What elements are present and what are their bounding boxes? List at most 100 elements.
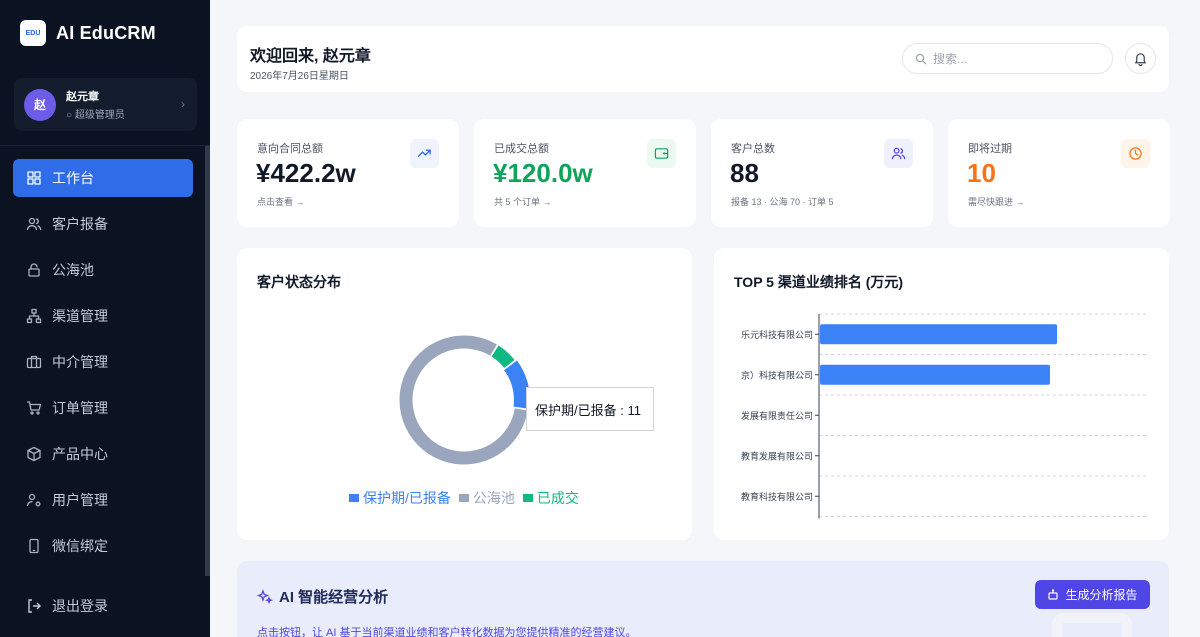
- sidebar-item-8[interactable]: 微信绑定: [13, 527, 193, 565]
- legend-label: 已成交: [536, 490, 579, 506]
- trend-up-icon: [417, 149, 431, 157]
- sidebar-item-label: 客户报备: [52, 216, 108, 232]
- search-icon: [915, 53, 927, 64]
- logout-icon: [28, 599, 41, 613]
- stat-subtext: 报备 13 · 公海 70 · 订单 5: [731, 197, 834, 207]
- sidebar-item-1[interactable]: 客户报备: [13, 205, 193, 243]
- legend-item-2[interactable]: 已成交: [522, 488, 579, 508]
- category-label: 教育科技有限公司: [741, 491, 813, 502]
- sidebar-nav: 工作台客户报备公海池渠道管理中介管理订单管理产品中心用户管理微信绑定: [13, 159, 193, 573]
- category-label: 教育发展有限公司: [741, 450, 813, 461]
- brand[interactable]: EDU AI EduCRM: [0, 0, 210, 66]
- sidebar-item-0[interactable]: 工作台: [13, 159, 193, 197]
- sidebar-divider: [0, 145, 210, 146]
- chart-tooltip: 保护期/已报备 : 11: [526, 387, 654, 431]
- stat-label: 已成交总额: [494, 143, 549, 155]
- stat-icon-badge: [410, 139, 439, 168]
- sidebar-item-4[interactable]: 中介管理: [13, 343, 193, 381]
- sidebar: EDU AI EduCRM 赵 赵元章 ○ 超级管理员 › 工作台客户报备公海池…: [0, 0, 210, 637]
- sidebar-item-label: 中介管理: [52, 354, 108, 370]
- stat-subtext: 需尽快跟进 →: [968, 197, 1025, 207]
- notification-button[interactable]: [1125, 43, 1156, 74]
- user-card[interactable]: 赵 赵元章 ○ 超级管理员 ›: [14, 78, 197, 131]
- phone-icon: [26, 538, 42, 554]
- robot-illustration: [1052, 613, 1132, 637]
- stat-card-0[interactable]: 意向合同总额 ¥422.2w 点击查看 →: [237, 119, 459, 227]
- cart-icon: [26, 401, 42, 415]
- legend-swatch: [349, 494, 359, 502]
- user-role-label: 超级管理员: [74, 110, 125, 121]
- sidebar-item-label: 公海池: [52, 262, 94, 278]
- box-icon: [27, 446, 41, 462]
- stat-icon-badge: [1121, 139, 1150, 168]
- status-panel: 客户状态分布 保护期/已报备 : 11 保护期/已报备 公海池 已成交: [237, 248, 692, 540]
- logout-button[interactable]: 退出登录: [26, 596, 108, 616]
- ranking-bar-chart: 乐元科技有限公司京）科技有限公司发展有限责任公司教育发展有限公司教育科技有限公司: [741, 313, 1146, 519]
- category-label: 京）科技有限公司: [741, 369, 813, 380]
- sidebar-item-6[interactable]: 产品中心: [13, 435, 193, 473]
- user-name: 赵元章: [66, 91, 99, 103]
- stat-card-1[interactable]: 已成交总额 ¥120.0w 共 5 个订单 →: [474, 119, 696, 227]
- network-icon: [26, 308, 42, 324]
- dashboard-icon: [26, 170, 42, 186]
- stat-card-3[interactable]: 即将过期 10 需尽快跟进 →: [948, 119, 1170, 227]
- chart-legend: 保护期/已报备 公海池 已成交: [349, 488, 579, 508]
- donut-slice-2[interactable]: [491, 345, 515, 369]
- sidebar-item-7[interactable]: 用户管理: [13, 481, 193, 519]
- sidebar-item-label: 微信绑定: [52, 538, 108, 554]
- sidebar-item-label: 产品中心: [52, 446, 108, 462]
- bar-1[interactable]: [820, 364, 1050, 385]
- ai-description: 点击按钮，让 AI 基于当前渠道业绩和客户转化数据为您提供精准的经营建议。: [257, 627, 637, 637]
- stat-label: 客户总数: [731, 143, 775, 155]
- dashboard-icon: [27, 171, 41, 185]
- avatar: 赵: [24, 88, 56, 121]
- legend-swatch: [522, 494, 533, 502]
- sidebar-item-5[interactable]: 订单管理: [13, 389, 193, 427]
- page-header: 欢迎回来, 赵元章 2026年7月26日星期日 搜索...: [237, 26, 1169, 92]
- stat-label: 意向合同总额: [257, 143, 323, 155]
- robot-icon: [1048, 588, 1059, 600]
- stat-card-2[interactable]: 客户总数 88 报备 13 · 公海 70 · 订单 5: [711, 119, 933, 227]
- ai-analysis-panel: AI 智能经营分析 生成分析报告 点击按钮，让 AI 基于当前渠道业绩和客户转化…: [237, 561, 1169, 637]
- phone-icon: [29, 538, 39, 554]
- legend-item-1[interactable]: 公海池: [458, 488, 515, 508]
- sparkle-icon: [257, 588, 273, 604]
- lock-icon: [26, 262, 42, 278]
- stat-subtext: 共 5 个订单 →: [494, 197, 552, 207]
- search-input[interactable]: 搜索...: [902, 43, 1113, 74]
- stat-value: 88: [730, 158, 759, 188]
- donut-slice-0[interactable]: [503, 360, 530, 409]
- app-logo-text: EDU: [25, 29, 41, 37]
- users-icon: [26, 217, 42, 231]
- sidebar-item-label: 渠道管理: [52, 308, 108, 324]
- box-icon: [26, 446, 42, 462]
- current-date: 2026年7月26日星期日: [250, 71, 349, 82]
- category-label: 乐元科技有限公司: [741, 329, 813, 340]
- legend-swatch: [458, 494, 469, 502]
- users-icon: [891, 147, 906, 160]
- legend-item-0[interactable]: 保护期/已报备: [349, 488, 451, 508]
- sidebar-item-3[interactable]: 渠道管理: [13, 297, 193, 335]
- briefcase-icon: [26, 355, 42, 369]
- role-circle-icon: ○: [66, 110, 75, 121]
- app-logo-icon: EDU: [20, 20, 46, 46]
- sidebar-scrollbar[interactable]: [205, 146, 210, 576]
- stat-value: ¥422.2w: [256, 158, 356, 188]
- ai-title-label: AI 智能经营分析: [279, 589, 389, 606]
- ai-title: AI 智能经营分析: [257, 586, 388, 607]
- generate-report-button[interactable]: 生成分析报告: [1035, 580, 1150, 609]
- stat-value: 10: [967, 158, 996, 188]
- user-role: ○ 超级管理员: [66, 106, 125, 121]
- stat-icon-badge: [884, 139, 913, 168]
- briefcase-icon: [26, 354, 42, 370]
- user-key-icon: [26, 492, 42, 508]
- stat-subtext: 点击查看 →: [257, 197, 305, 207]
- sidebar-item-label: 工作台: [52, 170, 94, 186]
- page-title: 欢迎回来, 赵元章: [250, 48, 371, 65]
- sidebar-item-2[interactable]: 公海池: [13, 251, 193, 289]
- stat-icon-badge: [647, 139, 676, 168]
- user-key-icon: [26, 493, 41, 507]
- bar-0[interactable]: [820, 324, 1058, 345]
- app-name: AI EduCRM: [56, 22, 156, 43]
- wallet-icon: [654, 148, 669, 159]
